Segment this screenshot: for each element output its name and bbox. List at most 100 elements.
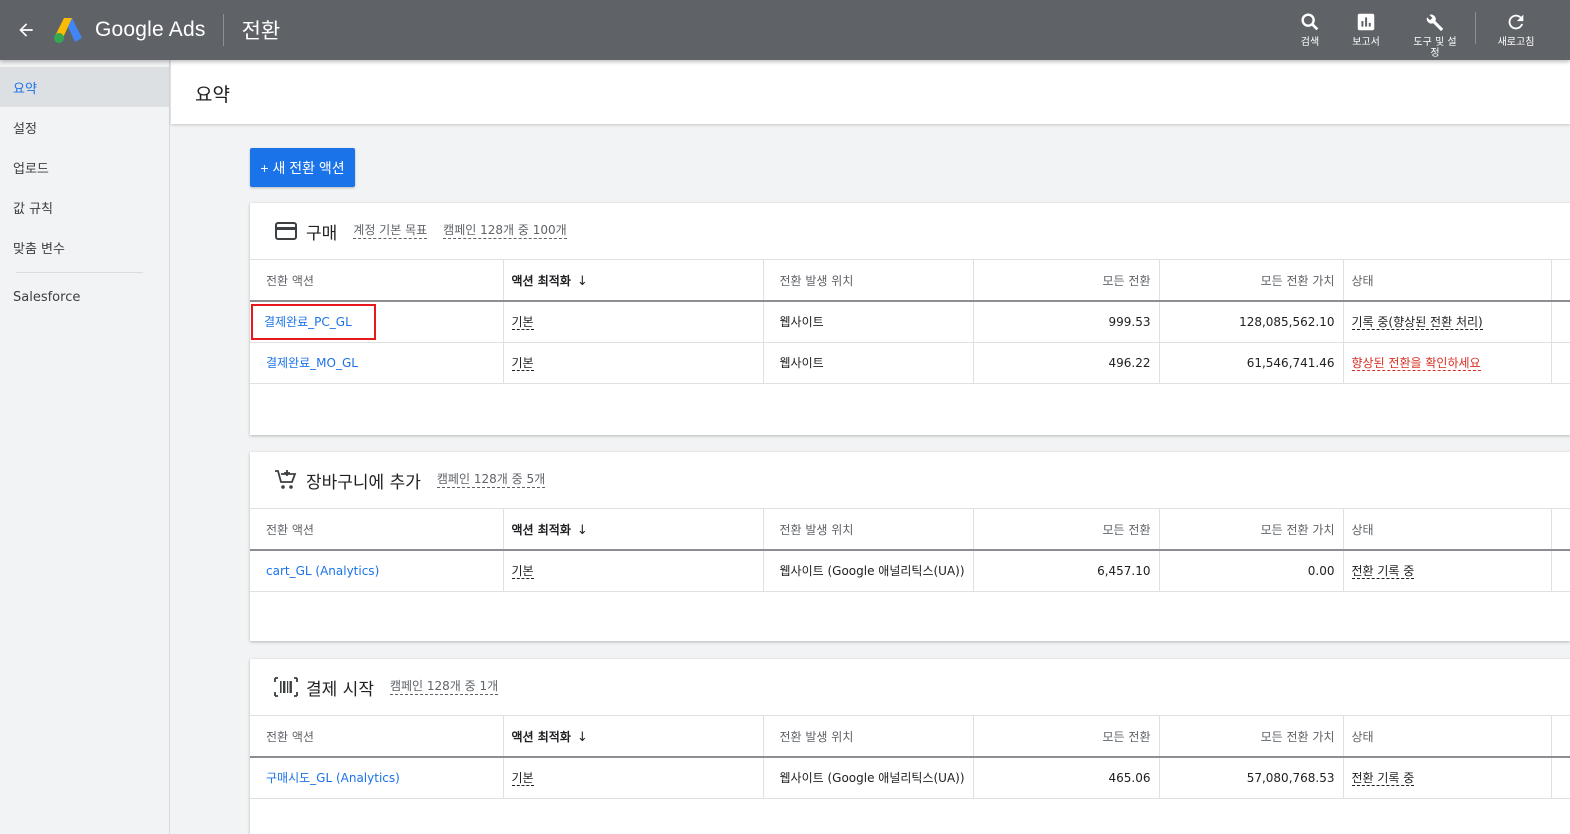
conversion-action-link[interactable]: 결제완료_PC_GL xyxy=(251,304,376,341)
conversion-table: 전환 액션 액션 최적화 ↓ 전환 발생 위치 모든 전환 모든 전환 가치 상태… xyxy=(250,716,1570,799)
action-cell: 결제완료_MO_GL xyxy=(250,342,504,384)
column-header-optimization[interactable]: 액션 최적화 ↓ xyxy=(503,509,764,551)
status-value[interactable]: 전환 기록 중 xyxy=(1351,771,1415,787)
all-conversions-cell: 465.06 xyxy=(973,757,1160,799)
source-cell: 웹사이트 (Google 애널리틱스(UA)) xyxy=(763,757,974,799)
all-conv-value-cell: 0.00 xyxy=(1159,550,1344,592)
column-header-overflow xyxy=(1551,260,1570,302)
table-header-row: 전환 액션 액션 최적화 ↓ 전환 발생 위치 모든 전환 모든 전환 가치 상태 xyxy=(250,716,1570,758)
reports-button[interactable]: 보고서 xyxy=(1343,0,1389,48)
sort-arrow-icon: ↓ xyxy=(576,273,588,289)
conversion-action-link[interactable]: cart_GL (Analytics) xyxy=(266,564,379,578)
table-row: 결제완료_MO_GL 기본 웹사이트 496.22 61,546,741.46 … xyxy=(250,342,1570,384)
column-header-status[interactable]: 상태 xyxy=(1343,260,1552,302)
search-icon xyxy=(1301,13,1319,31)
refresh-button[interactable]: 새로고침 xyxy=(1488,0,1544,48)
optimization-value[interactable]: 기본 xyxy=(511,356,534,371)
source-cell: 웹사이트 (Google 애널리틱스(UA)) xyxy=(763,550,974,592)
brand-name: Google Ads xyxy=(95,18,206,41)
column-header-all-conversions[interactable]: 모든 전환 xyxy=(973,716,1160,758)
optimization-cell: 기본 xyxy=(503,301,764,343)
campaign-count-tag[interactable]: 캠페인 128개 중 1개 xyxy=(389,679,499,695)
sidebar: 요약 설정 업로드 값 규칙 맞춤 변수 Salesforce xyxy=(0,60,170,834)
sidebar-item-custom-variables[interactable]: 맞춤 변수 xyxy=(0,227,169,267)
wrench-icon xyxy=(1426,14,1444,32)
sidebar-item-upload[interactable]: 업로드 xyxy=(0,147,169,187)
column-header-optimization-label: 액션 최적화 xyxy=(511,729,571,744)
column-header-action[interactable]: 전환 액션 xyxy=(250,509,504,551)
table-row: 구매시도_GL (Analytics) 기본 웹사이트 (Google 애널리틱… xyxy=(250,757,1570,799)
title-divider xyxy=(222,14,224,46)
sidebar-item-settings[interactable]: 설정 xyxy=(0,107,169,147)
back-arrow-icon[interactable] xyxy=(13,17,39,43)
conversion-table: 전환 액션 액션 최적화 ↓ 전환 발생 위치 모든 전환 모든 전환 가치 상태… xyxy=(250,260,1570,384)
overflow-cell xyxy=(1551,550,1570,592)
status-warning-value[interactable]: 향상된 전환을 확인하세요 xyxy=(1351,356,1481,371)
optimization-value[interactable]: 기본 xyxy=(511,771,534,787)
column-header-all-conversions[interactable]: 모든 전환 xyxy=(973,509,1160,551)
status-cell: 기록 중(향상된 전환 처리) xyxy=(1343,301,1552,343)
campaign-count-tag[interactable]: 캠페인 128개 중 5개 xyxy=(436,472,546,488)
optimization-cell: 기본 xyxy=(503,342,764,384)
sort-arrow-icon: ↓ xyxy=(576,522,588,538)
all-conv-value-cell: 128,085,562.10 xyxy=(1159,301,1344,343)
column-header-source[interactable]: 전환 발생 위치 xyxy=(763,260,974,302)
conversion-action-link[interactable]: 구매시도_GL (Analytics) xyxy=(266,771,400,785)
column-header-all-conv-value[interactable]: 모든 전환 가치 xyxy=(1159,509,1344,551)
column-header-optimization-label: 액션 최적화 xyxy=(511,522,571,537)
status-value[interactable]: 전환 기록 중 xyxy=(1351,564,1415,580)
status-cell: 전환 기록 중 xyxy=(1343,550,1552,592)
action-cell: cart_GL (Analytics) xyxy=(250,550,504,592)
page-title: 요약 xyxy=(195,84,230,106)
column-header-overflow xyxy=(1551,509,1570,551)
column-header-status[interactable]: 상태 xyxy=(1343,716,1552,758)
column-header-all-conv-value[interactable]: 모든 전환 가치 xyxy=(1159,260,1344,302)
search-label: 검색 xyxy=(1300,37,1320,48)
account-default-goal-tag[interactable]: 계정 기본 목표 xyxy=(353,223,428,239)
top-bar: Google Ads 전환 검색 보고서 도구 및 설정 새로고침 xyxy=(0,0,1570,60)
begin-checkout-section-card: 결제 시작 캠페인 128개 중 1개 전환 액션 액션 최적화 ↓ 전환 발생 … xyxy=(250,659,1570,834)
status-cell: 전환 기록 중 xyxy=(1343,757,1552,799)
google-ads-logo-icon xyxy=(54,18,82,43)
barcode-icon xyxy=(274,675,298,699)
add-to-cart-section-card: 장바구니에 추가 캠페인 128개 중 5개 전환 액션 액션 최적화 ↓ 전환 … xyxy=(250,452,1570,641)
purchase-section-card: 구매 계정 기본 목표 캠페인 128개 중 100개 전환 액션 액션 최적화… xyxy=(250,203,1570,435)
all-conversions-cell: 999.53 xyxy=(973,301,1160,343)
status-value[interactable]: 기록 중(향상된 전환 처리) xyxy=(1351,315,1483,331)
column-header-all-conversions[interactable]: 모든 전환 xyxy=(973,260,1160,302)
column-header-source[interactable]: 전환 발생 위치 xyxy=(763,716,974,758)
optimization-cell: 기본 xyxy=(503,550,764,592)
sidebar-item-value-rules[interactable]: 값 규칙 xyxy=(0,187,169,227)
optimization-cell: 기본 xyxy=(503,757,764,799)
page-name: 전환 xyxy=(241,19,281,43)
sidebar-item-salesforce[interactable]: Salesforce xyxy=(0,277,169,317)
column-header-overflow xyxy=(1551,716,1570,758)
all-conversions-cell: 496.22 xyxy=(973,342,1160,384)
section-header: 결제 시작 캠페인 128개 중 1개 xyxy=(250,659,1570,716)
overflow-cell xyxy=(1551,342,1570,384)
sort-arrow-icon: ↓ xyxy=(576,729,588,745)
search-button[interactable]: 검색 xyxy=(1287,0,1333,48)
action-cell: 결제완료_PC_GL xyxy=(250,301,504,343)
all-conversions-cell: 6,457.10 xyxy=(973,550,1160,592)
column-header-status[interactable]: 상태 xyxy=(1343,509,1552,551)
column-header-source[interactable]: 전환 발생 위치 xyxy=(763,509,974,551)
section-title: 구매 xyxy=(306,223,338,244)
campaign-count-tag[interactable]: 캠페인 128개 중 100개 xyxy=(443,223,567,239)
new-conversion-action-button[interactable]: + 새 전환 액션 xyxy=(250,148,355,187)
conversion-action-link[interactable]: 결제완료_MO_GL xyxy=(266,356,358,370)
column-header-action[interactable]: 전환 액션 xyxy=(250,260,504,302)
tools-settings-button[interactable]: 도구 및 설정 xyxy=(1409,0,1461,59)
overflow-cell xyxy=(1551,301,1570,343)
column-header-action[interactable]: 전환 액션 xyxy=(250,716,504,758)
source-cell: 웹사이트 xyxy=(763,342,974,384)
column-header-all-conv-value[interactable]: 모든 전환 가치 xyxy=(1159,716,1344,758)
table-row: 결제완료_PC_GL 기본 웹사이트 999.53 128,085,562.10… xyxy=(250,301,1570,343)
optimization-value[interactable]: 기본 xyxy=(511,315,534,331)
sidebar-item-summary[interactable]: 요약 xyxy=(0,67,169,107)
sidebar-divider xyxy=(16,272,143,273)
column-header-optimization[interactable]: 액션 최적화 ↓ xyxy=(503,716,764,758)
table-header-row: 전환 액션 액션 최적화 ↓ 전환 발생 위치 모든 전환 모든 전환 가치 상태 xyxy=(250,509,1570,551)
column-header-optimization[interactable]: 액션 최적화 ↓ xyxy=(503,260,764,302)
optimization-value[interactable]: 기본 xyxy=(511,564,534,580)
